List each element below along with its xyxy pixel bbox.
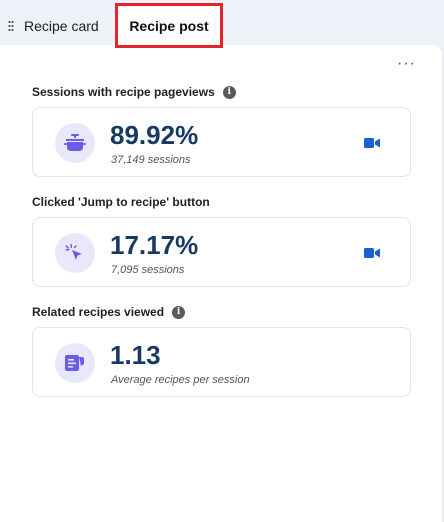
metric-subtext: Average recipes per session (111, 374, 250, 386)
cooking-pot-icon (55, 123, 95, 163)
drag-handle-icon[interactable] (8, 20, 14, 32)
metric-value: 17.17% (110, 230, 199, 260)
metric-card-sessions: 89.92% 37,149 sessions (32, 107, 411, 177)
video-camera-icon[interactable] (364, 137, 380, 149)
section-label-text: Sessions with recipe pageviews (32, 85, 215, 99)
tab-recipe-card[interactable]: Recipe card (0, 6, 108, 46)
cursor-click-icon (55, 233, 95, 273)
section-label-jump-to-recipe: Clicked 'Jump to recipe' button (32, 195, 210, 209)
info-icon[interactable]: i (172, 305, 186, 319)
tab-recipe-post[interactable]: Recipe post (115, 3, 223, 48)
tab-recipe-card-label: Recipe card (24, 18, 99, 34)
metric-value: 1.13 (110, 340, 161, 370)
metrics-panel: ··· Sessions with recipe pageviews i 89.… (0, 45, 443, 522)
section-label-related-recipes: Related recipes viewed i (32, 305, 186, 319)
metric-subtext: 37,149 sessions (111, 154, 191, 166)
info-icon[interactable]: i (222, 85, 236, 99)
section-label-text: Clicked 'Jump to recipe' button (32, 195, 210, 209)
metric-card-related-recipes: 1.13 Average recipes per session (32, 327, 411, 397)
metric-value: 89.92% (110, 120, 199, 150)
metric-subtext: 7,095 sessions (111, 264, 185, 276)
more-options-icon[interactable]: ··· (397, 55, 416, 73)
tab-recipe-post-label: Recipe post (129, 17, 209, 34)
tab-bar: Recipe card Recipe post (0, 0, 444, 48)
recipe-document-icon (55, 343, 95, 383)
section-label-text: Related recipes viewed (32, 305, 165, 319)
metric-card-jump-to-recipe: 17.17% 7,095 sessions (32, 217, 411, 287)
section-label-sessions: Sessions with recipe pageviews i (32, 85, 236, 99)
video-camera-icon[interactable] (364, 247, 380, 259)
